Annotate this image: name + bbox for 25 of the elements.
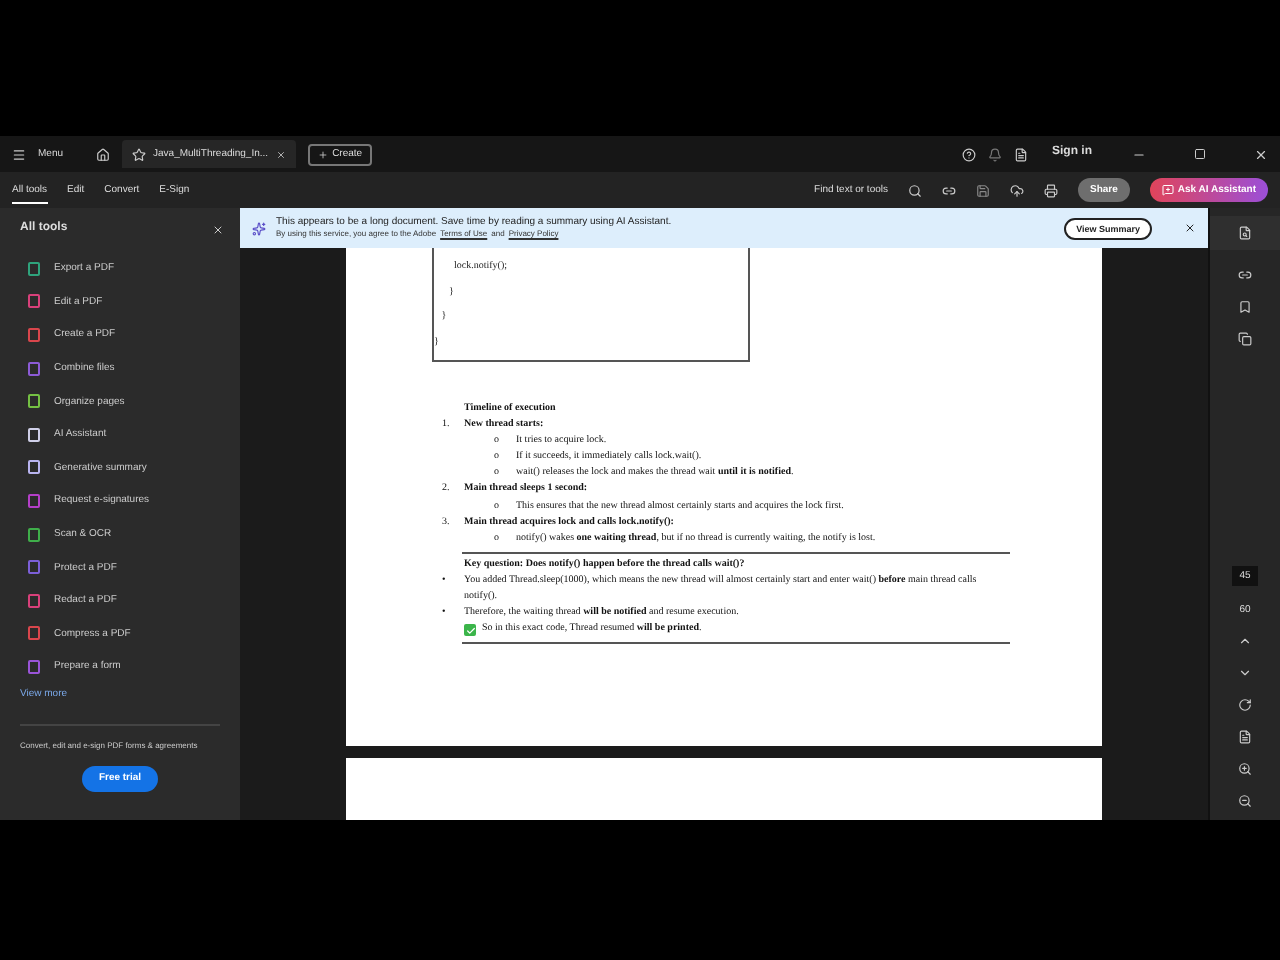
zoom-in-icon[interactable] <box>1238 762 1252 776</box>
menu-icon[interactable] <box>12 147 26 161</box>
rotate-icon[interactable] <box>1238 698 1252 712</box>
search-icon[interactable] <box>908 183 922 197</box>
bookmark-icon[interactable] <box>1238 300 1252 314</box>
upload-icon[interactable] <box>1010 183 1024 197</box>
checkmark-icon <box>464 624 476 637</box>
home-icon[interactable] <box>95 147 110 161</box>
link-icon[interactable] <box>942 183 956 197</box>
chevron-up-icon[interactable] <box>1238 634 1252 648</box>
page-icon[interactable] <box>1238 730 1252 744</box>
maximize-icon[interactable] <box>1194 148 1206 160</box>
link-icon[interactable] <box>1238 268 1252 282</box>
pages-icon[interactable] <box>1238 332 1252 346</box>
zoom-out-icon[interactable] <box>1238 794 1252 808</box>
close-icon[interactable] <box>1184 222 1196 234</box>
bell-icon[interactable] <box>988 147 1002 161</box>
chat-icon <box>1161 184 1174 196</box>
notes-icon[interactable] <box>1014 147 1028 161</box>
chevron-down-icon[interactable] <box>1238 666 1252 680</box>
save-icon[interactable] <box>976 183 990 197</box>
plus-icon <box>318 149 329 159</box>
print-icon[interactable] <box>1044 183 1058 197</box>
star-icon <box>131 147 146 161</box>
help-icon[interactable] <box>962 147 976 161</box>
